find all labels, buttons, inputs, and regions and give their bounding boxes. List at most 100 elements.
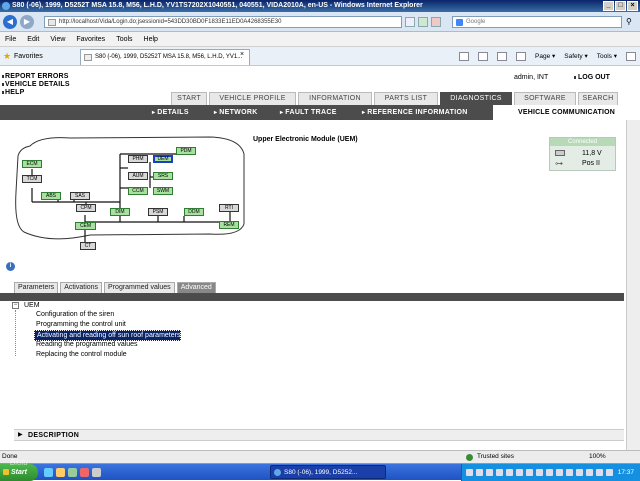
module-dim[interactable]: DIM xyxy=(110,208,130,216)
tools-menu[interactable]: Tools ▾ xyxy=(597,50,617,63)
tree-root[interactable]: − UEM xyxy=(12,301,40,310)
favorites-bar: ★ Favorites S80 (-06), 1999, D5252T MSA … xyxy=(0,47,640,66)
module-rti[interactable]: RTI xyxy=(219,204,239,212)
tree-item-programming[interactable]: Programming the control unit xyxy=(34,320,126,329)
description-section[interactable]: ▶ DESCRIPTION xyxy=(14,429,624,441)
tray-icon[interactable] xyxy=(556,469,563,476)
tray-icon[interactable] xyxy=(526,469,533,476)
tray-icon[interactable] xyxy=(466,469,473,476)
module-psm[interactable]: PSM xyxy=(148,208,168,216)
menu-edit[interactable]: Edit xyxy=(27,32,39,46)
logout-link[interactable]: LOG OUT xyxy=(574,74,610,81)
help-icon[interactable] xyxy=(626,52,636,61)
vehicle-details-link[interactable]: VEHICLE DETAILS xyxy=(2,81,70,88)
menu-file[interactable]: File xyxy=(5,32,16,46)
favorites-button[interactable]: ★ Favorites xyxy=(3,50,43,63)
module-pdm[interactable]: PDM xyxy=(176,147,196,155)
tab-vehicle-profile[interactable]: VEHICLE PROFILE xyxy=(209,92,296,105)
taskbar-item-ie[interactable]: S80 (-06), 1999, D5252... xyxy=(270,465,386,479)
tray-icon[interactable] xyxy=(586,469,593,476)
compat-view-icon[interactable] xyxy=(405,17,415,27)
refresh-icon[interactable] xyxy=(418,17,428,27)
module-abs[interactable]: ABS xyxy=(41,192,61,200)
maximize-button[interactable]: □ xyxy=(615,1,626,11)
module-ct[interactable]: CT xyxy=(80,242,96,250)
security-zone: Trusted sites xyxy=(466,451,514,463)
module-rem[interactable]: REM xyxy=(219,221,239,229)
subtab-fault-trace[interactable]: FAULT TRACE xyxy=(280,105,337,120)
quicklaunch-icon[interactable] xyxy=(80,468,89,477)
tab-advanced[interactable]: Advanced xyxy=(176,282,216,293)
forward-arrow-icon[interactable]: ▶ xyxy=(20,15,34,29)
vertical-scrollbar[interactable] xyxy=(626,120,640,450)
zoom-level[interactable]: 100% xyxy=(589,451,606,463)
tab-software[interactable]: SOFTWARE xyxy=(514,92,576,105)
tree-item-read-values[interactable]: Reading the programmed values xyxy=(34,340,138,349)
subtab-vehicle-communication[interactable]: VEHICLE COMMUNICATION xyxy=(493,105,640,120)
tray-icon[interactable] xyxy=(476,469,483,476)
tab-parameters[interactable]: Parameters xyxy=(14,282,59,293)
home-icon[interactable] xyxy=(459,52,469,61)
module-cem[interactable]: CEM xyxy=(75,222,96,230)
tray-icon[interactable] xyxy=(506,469,513,476)
menu-tools[interactable]: Tools xyxy=(116,32,132,46)
menu-favorites[interactable]: Favorites xyxy=(76,32,105,46)
module-ddm[interactable]: DDM xyxy=(184,208,204,216)
module-tcm[interactable]: TCM xyxy=(22,175,42,183)
module-swm[interactable]: SWM xyxy=(153,187,173,195)
tray-icon[interactable] xyxy=(536,469,543,476)
module-aum[interactable]: AUM xyxy=(128,172,148,180)
mail-icon[interactable] xyxy=(497,52,507,61)
tray-icon[interactable] xyxy=(486,469,493,476)
page-menu[interactable]: Page ▾ xyxy=(535,50,555,63)
tray-icon[interactable] xyxy=(576,469,583,476)
module-srs[interactable]: SRS xyxy=(153,172,173,180)
tray-icon[interactable] xyxy=(496,469,503,476)
module-ccm[interactable]: CCM xyxy=(128,187,148,195)
module-cpm[interactable]: CPM xyxy=(76,204,96,212)
safety-menu[interactable]: Safety ▾ xyxy=(564,50,588,63)
tab-parts-list[interactable]: PARTS LIST xyxy=(374,92,438,105)
tab-programmed-values[interactable]: Programmed values xyxy=(104,282,175,293)
tab-diagnostics[interactable]: DIAGNOSTICS xyxy=(440,92,512,105)
tray-icon[interactable] xyxy=(546,469,553,476)
module-sas[interactable]: SAS xyxy=(70,192,90,200)
search-icon[interactable]: ⚲ xyxy=(626,17,636,27)
back-arrow-icon[interactable]: ◀ xyxy=(3,15,17,29)
quicklaunch-icon[interactable] xyxy=(68,468,77,477)
tab-start[interactable]: START xyxy=(171,92,207,105)
module-uem[interactable]: UEM xyxy=(153,155,173,163)
module-ecm[interactable]: ECM xyxy=(22,160,42,168)
feeds-icon[interactable] xyxy=(478,52,488,61)
quicklaunch-folder-icon[interactable] xyxy=(56,468,65,477)
help-link[interactable]: HELP xyxy=(1,89,24,96)
report-errors-link[interactable]: REPORT ERRORS xyxy=(2,73,69,80)
browser-tab[interactable]: S80 (-06), 1999, D5252T MSA 15.8, M56, L… xyxy=(80,49,250,65)
quicklaunch-icon[interactable] xyxy=(92,468,101,477)
tree-item-replace-module[interactable]: Replacing the control module xyxy=(34,350,127,359)
print-icon[interactable] xyxy=(516,52,526,61)
tray-icon[interactable] xyxy=(606,469,613,476)
search-input[interactable]: Google xyxy=(452,16,622,28)
tray-icon[interactable] xyxy=(516,469,523,476)
tab-information[interactable]: INFORMATION xyxy=(298,92,372,105)
info-icon[interactable]: i xyxy=(6,262,15,271)
menu-view[interactable]: View xyxy=(50,32,65,46)
tab-activations[interactable]: Activations xyxy=(60,282,103,293)
collapse-icon[interactable]: − xyxy=(12,302,19,309)
minimize-button[interactable]: _ xyxy=(603,1,614,11)
close-window-button[interactable]: × xyxy=(627,1,638,11)
module-phm[interactable]: PHM xyxy=(128,155,148,163)
stop-icon[interactable] xyxy=(431,17,441,27)
menu-help[interactable]: Help xyxy=(144,32,158,46)
close-tab-icon[interactable]: × xyxy=(240,51,244,58)
subtab-network[interactable]: NETWORK xyxy=(214,105,258,120)
quicklaunch-ie-icon[interactable] xyxy=(44,468,53,477)
address-bar[interactable]: http://localhost/Vida/Login.do;jsessioni… xyxy=(44,16,402,28)
tray-icon[interactable] xyxy=(566,469,573,476)
tray-icon[interactable] xyxy=(596,469,603,476)
subtab-details[interactable]: DETAILS xyxy=(152,105,189,120)
tab-search[interactable]: SEARCH xyxy=(578,92,618,105)
tree-item-siren[interactable]: Configuration of the siren xyxy=(34,310,114,319)
subtab-reference-information[interactable]: REFERENCE INFORMATION xyxy=(362,105,468,120)
